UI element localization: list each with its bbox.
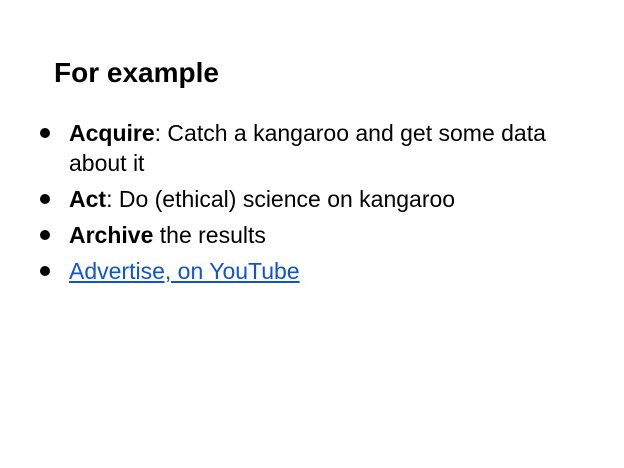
bullet-bold-term: Act bbox=[69, 186, 107, 212]
bullet-item-archive: Archive the results bbox=[40, 220, 580, 250]
bullet-item-acquire: Acquire: Catch a kangaroo and get some d… bbox=[40, 118, 580, 178]
bullet-item-advertise: Advertise, on YouTube bbox=[40, 256, 580, 286]
bullet-list: Acquire: Catch a kangaroo and get some d… bbox=[40, 118, 580, 292]
bullet-text: : Do (ethical) science on kangaroo bbox=[106, 186, 456, 212]
bullet-item-act: Act: Do (ethical) science on kangaroo bbox=[40, 184, 580, 214]
bullet-bold-term: Archive bbox=[69, 222, 154, 248]
bullet-bold-term: Acquire bbox=[69, 120, 155, 146]
advertise-youtube-link[interactable]: Advertise, on YouTube bbox=[69, 258, 300, 284]
bullet-dot-icon bbox=[40, 266, 50, 276]
slide-title: For example bbox=[54, 57, 219, 88]
slide: For example Acquire: Catch a kangaroo an… bbox=[0, 0, 624, 468]
bullet-text: the results bbox=[153, 222, 266, 248]
bullet-dot-icon bbox=[40, 194, 50, 204]
bullet-dot-icon bbox=[40, 128, 50, 138]
bullet-dot-icon bbox=[40, 230, 50, 240]
